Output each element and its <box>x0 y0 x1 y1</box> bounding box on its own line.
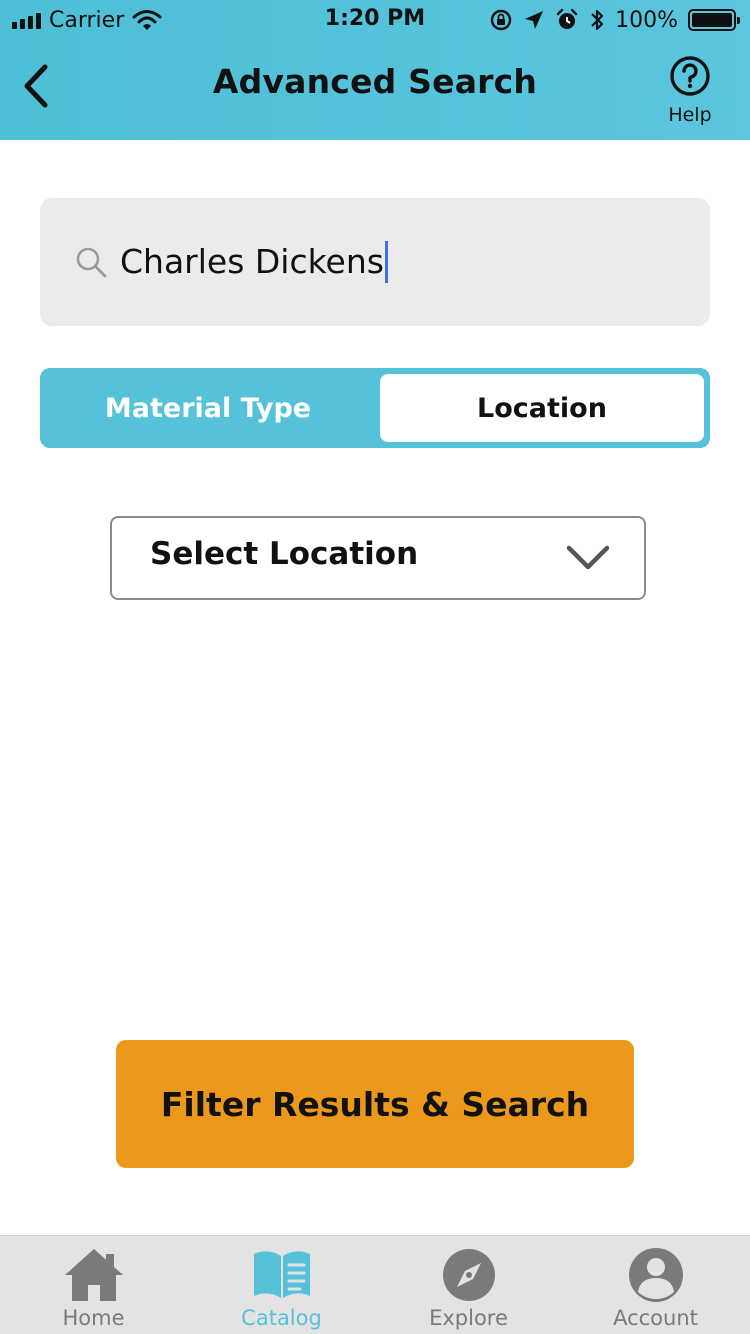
page-title: Advanced Search <box>212 62 538 101</box>
search-field[interactable]: Charles Dickens <box>40 198 710 326</box>
segment-location[interactable]: Location <box>380 374 704 442</box>
battery-percent: 100% <box>615 7 678 33</box>
location-arrow-icon <box>525 11 544 29</box>
header: Carrier 1:20 PM 100% Advanced Search Hel… <box>0 0 750 140</box>
book-icon <box>253 1251 310 1298</box>
advanced-search-screen: Carrier 1:20 PM 100% Advanced Search Hel… <box>0 0 750 1334</box>
back-button[interactable] <box>16 60 56 112</box>
segment-material-type[interactable]: Material Type <box>46 374 370 442</box>
battery-icon <box>688 9 740 31</box>
question-circle-icon <box>670 56 710 96</box>
help-button[interactable]: Help <box>660 54 720 126</box>
filter-segmented-control: Material Type Location <box>40 368 710 448</box>
text-caret <box>384 241 388 283</box>
location-select-value: Select Location <box>150 536 419 572</box>
chevron-left-icon <box>24 64 48 108</box>
chevron-down-icon <box>566 545 610 570</box>
tab-account-label: Account <box>613 1306 698 1330</box>
help-label: Help <box>668 104 712 126</box>
alarm-icon <box>556 8 578 29</box>
tab-explore-label: Explore <box>429 1306 508 1330</box>
tab-account[interactable]: Account <box>562 1236 749 1334</box>
tab-catalog-label: Catalog <box>241 1306 322 1330</box>
filter-results-search-button[interactable]: Filter Results & Search <box>116 1040 634 1168</box>
tab-home-label: Home <box>62 1306 125 1330</box>
search-icon <box>76 247 107 278</box>
compass-icon <box>442 1249 495 1301</box>
home-icon <box>64 1249 123 1301</box>
status-bar: Carrier 1:20 PM 100% <box>0 0 750 40</box>
rotation-lock-icon <box>490 9 512 31</box>
location-select[interactable]: Select Location <box>110 516 646 600</box>
search-input[interactable]: Charles Dickens <box>120 238 388 286</box>
tab-catalog[interactable]: Catalog <box>188 1236 375 1334</box>
navigation-bar: Advanced Search Help <box>0 40 750 140</box>
tab-home[interactable]: Home <box>0 1236 187 1334</box>
tab-bar: Home Catalog Explore Account <box>0 1235 750 1334</box>
tab-explore[interactable]: Explore <box>375 1236 562 1334</box>
search-input-value: Charles Dickens <box>120 242 384 281</box>
bluetooth-icon <box>591 9 604 31</box>
user-icon <box>628 1248 683 1302</box>
